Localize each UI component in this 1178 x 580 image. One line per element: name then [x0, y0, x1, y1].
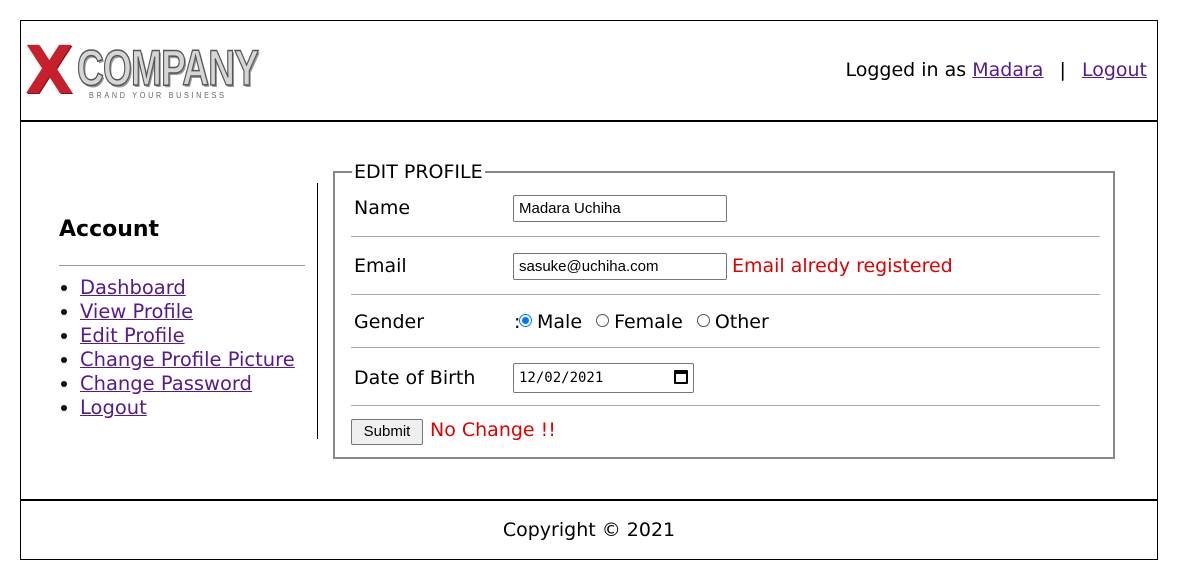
- sidebar-logout-link[interactable]: Logout: [80, 396, 147, 419]
- submit-button[interactable]: Submit: [351, 419, 423, 445]
- email-label: Email: [354, 255, 407, 277]
- email-input[interactable]: sasuke@uchiha.com: [513, 253, 727, 280]
- change-profile-picture-link[interactable]: Change Profile Picture: [80, 348, 295, 371]
- row-divider: [351, 347, 1100, 348]
- name-input[interactable]: Madara Uchiha: [513, 195, 727, 222]
- sidebar-item-dashboard: Dashboard: [80, 276, 305, 300]
- sidebar-item-change-picture: Change Profile Picture: [80, 348, 305, 372]
- account-sidebar: Account Dashboard View Profile Edit Prof…: [59, 217, 305, 420]
- sidebar-menu: Dashboard View Profile Edit Profile Chan…: [59, 276, 305, 420]
- gender-female-label[interactable]: Female: [614, 311, 683, 333]
- gender-male-label[interactable]: Male: [537, 311, 582, 333]
- footer: Copyright © 2021: [21, 499, 1157, 559]
- dashboard-link[interactable]: Dashboard: [80, 276, 186, 299]
- header: X COMPANY BRAND YOUR BUSINESS Logged in …: [21, 21, 1157, 122]
- calendar-icon[interactable]: [674, 370, 688, 384]
- gender-male-radio[interactable]: [519, 314, 532, 327]
- logo-tagline: BRAND YOUR BUSINESS: [89, 91, 227, 100]
- sidebar-divider: [59, 265, 305, 266]
- gender-other-radio[interactable]: [696, 314, 710, 327]
- email-error-message: Email alredy registered: [732, 255, 953, 277]
- edit-profile-fieldset: EDIT PROFILE Name : Madara Uchiha Email …: [333, 161, 1115, 459]
- dob-value: 12/02/2021: [519, 370, 604, 386]
- gender-female-radio[interactable]: [596, 314, 610, 327]
- name-label: Name: [354, 197, 411, 219]
- row-divider: [351, 405, 1100, 406]
- header-logout-link[interactable]: Logout: [1082, 59, 1147, 81]
- form-status-message: No Change !!: [430, 419, 556, 441]
- sidebar-item-change-password: Change Password: [80, 372, 305, 396]
- change-password-link[interactable]: Change Password: [80, 372, 252, 395]
- edit-profile-link[interactable]: Edit Profile: [80, 324, 185, 347]
- sidebar-item-edit-profile: Edit Profile: [80, 324, 305, 348]
- sidebar-title: Account: [59, 217, 160, 242]
- copyright-text: Copyright © 2021: [502, 519, 676, 541]
- row-divider: [351, 236, 1100, 237]
- company-logo: X COMPANY BRAND YOUR BUSINESS: [25, 32, 281, 109]
- logged-in-label: Logged in as: [845, 59, 967, 81]
- login-info: Logged in as Madara | Logout: [845, 59, 1147, 81]
- row-divider: [351, 294, 1100, 295]
- gender-radio-group: Male Female Other: [519, 311, 777, 333]
- username-link[interactable]: Madara: [972, 59, 1043, 81]
- page-container: X COMPANY BRAND YOUR BUSINESS Logged in …: [20, 20, 1158, 560]
- sidebar-item-logout: Logout: [80, 396, 305, 420]
- sidebar-vertical-divider: [317, 183, 318, 439]
- logo-wordmark: COMPANY: [76, 40, 259, 96]
- header-separator: |: [1059, 59, 1066, 81]
- gender-other-label[interactable]: Other: [715, 311, 769, 333]
- logo-x-mark: X: [25, 32, 74, 109]
- fieldset-legend: EDIT PROFILE: [352, 161, 485, 183]
- view-profile-link[interactable]: View Profile: [80, 300, 193, 323]
- gender-label: Gender: [354, 311, 425, 333]
- dob-date-input[interactable]: 12/02/2021: [513, 363, 694, 393]
- dob-label: Date of Birth: [354, 367, 476, 389]
- sidebar-item-view-profile: View Profile: [80, 300, 305, 324]
